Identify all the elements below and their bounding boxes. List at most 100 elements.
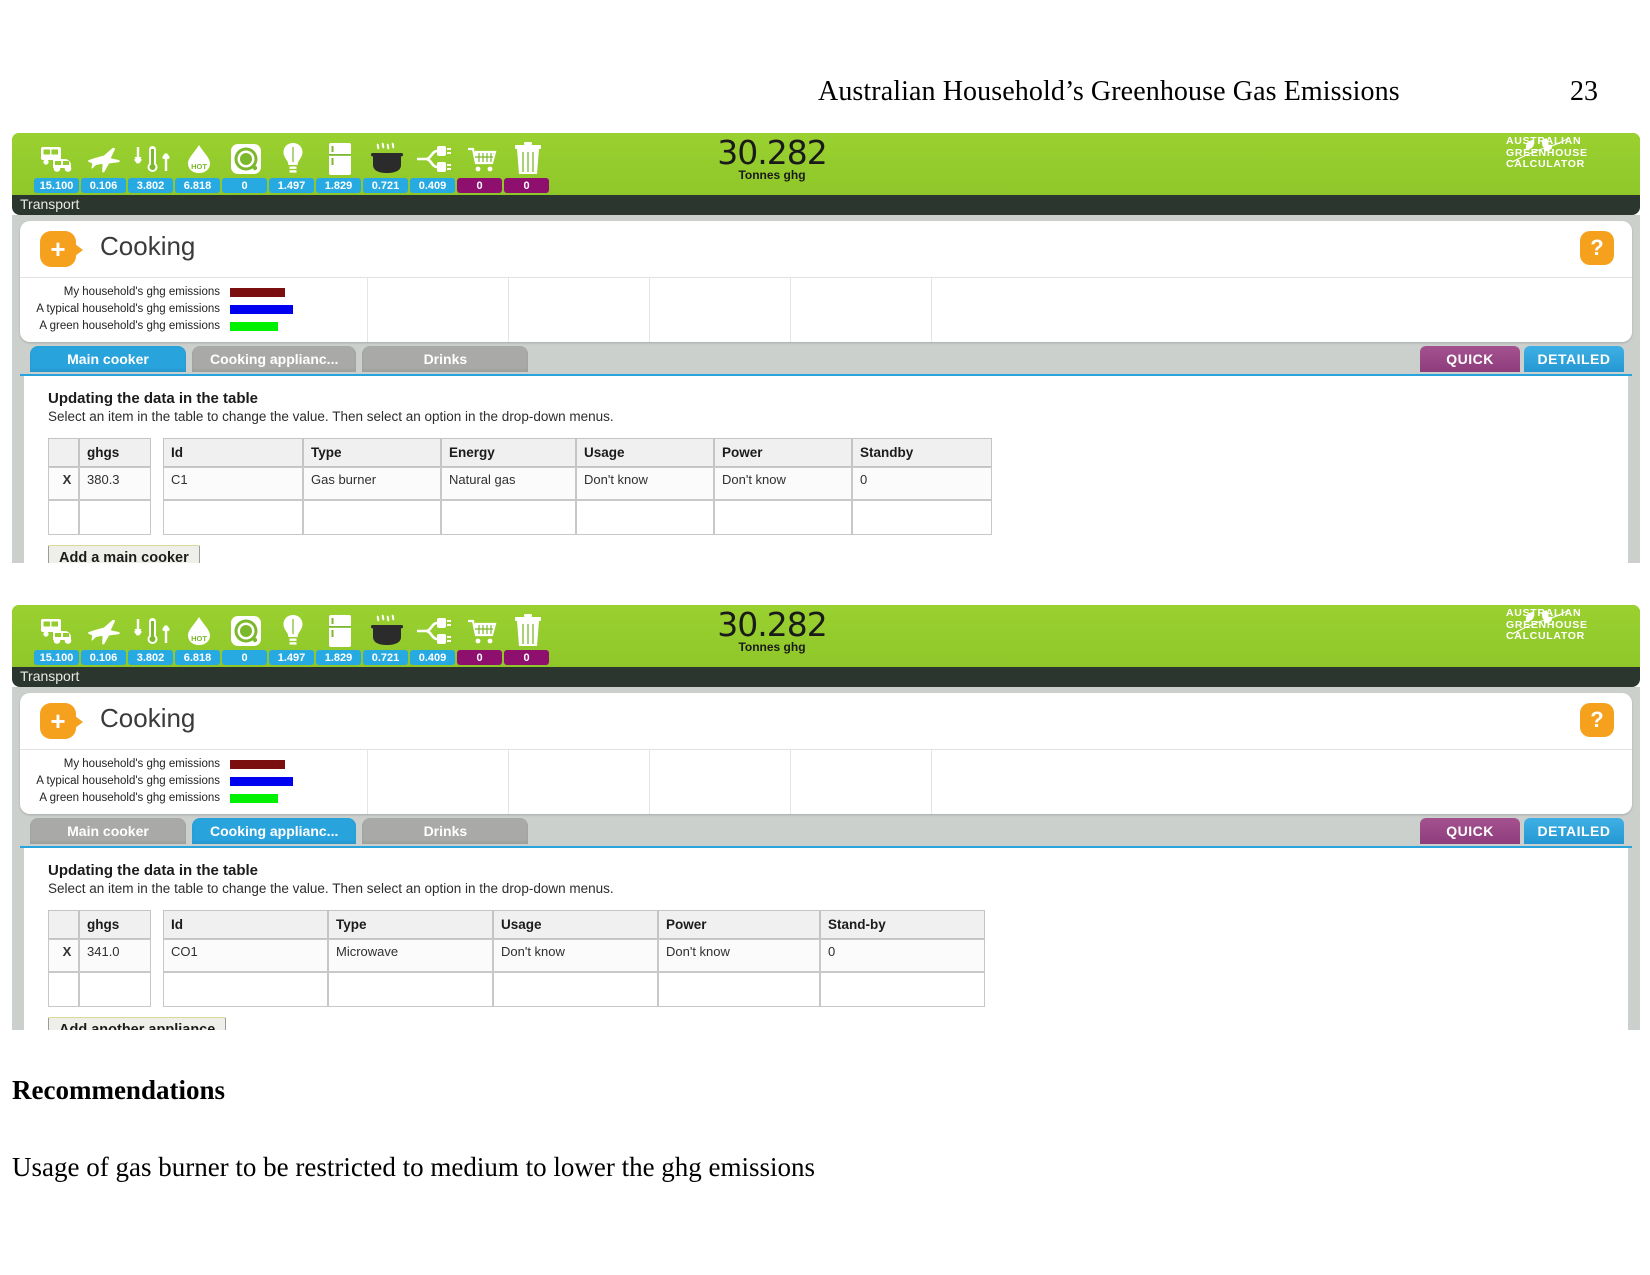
fridge-icon[interactable] <box>316 609 363 653</box>
value-transport: 15.100 <box>34 178 79 193</box>
cell-power[interactable]: Don't know <box>714 467 852 500</box>
washing-icon[interactable] <box>222 137 269 181</box>
waste-icon[interactable] <box>504 609 551 653</box>
tab-list: Main cooker Cooking applianc... Drinks <box>30 818 529 844</box>
recommendations-text: Usage of gas burner to be restricted to … <box>12 1152 816 1182</box>
mode-buttons: QUICK DETAILED <box>1420 818 1624 844</box>
total-value: 30.282 <box>717 605 827 644</box>
breadcrumb[interactable]: Transport <box>20 196 79 212</box>
tab-main-cooker[interactable]: Main cooker <box>30 346 186 372</box>
breadcrumb[interactable]: Transport <box>20 668 79 684</box>
cell-ghgs[interactable]: 380.3 <box>79 467 151 500</box>
heating-cooling-icon[interactable] <box>128 609 175 653</box>
main-cooker-table[interactable]: ghgs Id Type Energy Usage Power Standby … <box>48 438 992 535</box>
cell-type[interactable]: Microwave <box>328 939 493 972</box>
value-cooking: 0.721 <box>363 178 408 193</box>
detailed-button[interactable]: DETAILED <box>1524 346 1624 372</box>
col-standby: Stand-by <box>820 910 985 939</box>
tab-cooking-appliances[interactable]: Cooking applianc... <box>192 346 357 372</box>
cell-usage[interactable]: Don't know <box>493 939 658 972</box>
page-title: Australian Household’s Greenhouse Gas Em… <box>818 76 1400 107</box>
cooking-icon[interactable] <box>363 609 410 653</box>
leaf-icon <box>1512 609 1570 635</box>
value-washing: 0 <box>222 178 267 193</box>
add-icon[interactable]: + <box>40 231 83 267</box>
table-row[interactable]: X 341.0 CO1 Microwave Don't know Don't k… <box>48 939 985 972</box>
fridge-icon[interactable] <box>316 137 363 181</box>
add-another-appliance-button[interactable]: Add another appliance <box>48 1017 227 1030</box>
table-row-empty[interactable] <box>48 972 985 1007</box>
flights-icon[interactable] <box>81 137 128 181</box>
cell-usage[interactable]: Don't know <box>576 467 714 500</box>
instructions-subtitle: Select an item in the table to change th… <box>48 409 614 424</box>
card-title: Cooking <box>100 703 196 733</box>
tab-cooking-appliances[interactable]: Cooking applianc... <box>192 818 357 844</box>
value-waste: 0 <box>504 178 549 193</box>
detailed-button[interactable]: DETAILED <box>1524 818 1624 844</box>
hot-water-icon[interactable]: HOT <box>175 609 222 653</box>
tabs-bar: Main cooker Cooking applianc... Drinks Q… <box>20 346 1632 374</box>
legend-item-green-household: A green household's ghg emissions <box>30 790 1632 806</box>
tab-content-main-cooker: Updating the data in the table Select an… <box>20 374 1632 563</box>
washing-icon[interactable] <box>222 609 269 653</box>
shopping-icon[interactable] <box>457 137 504 181</box>
col-standby: Standby <box>852 438 992 467</box>
transport-icon[interactable] <box>34 137 81 181</box>
card-header: + Cooking ? <box>20 221 1632 278</box>
cell-standby[interactable]: 0 <box>820 939 985 972</box>
document-header: Australian Household’s Greenhouse Gas Em… <box>0 70 1650 114</box>
table-row-empty[interactable] <box>48 500 992 535</box>
add-main-cooker-button[interactable]: Add a main cooker <box>48 545 200 563</box>
transport-icon[interactable] <box>34 609 81 653</box>
cooking-icon[interactable] <box>363 137 410 181</box>
delete-row-button[interactable]: X <box>48 939 79 972</box>
total-unit: Tonnes ghg <box>738 168 806 182</box>
value-lighting: 1.497 <box>269 178 314 193</box>
value-hot-water: 6.818 <box>175 650 220 665</box>
panel-body: + Cooking ? My household's ghg emissions… <box>12 215 1640 563</box>
tab-list: Main cooker Cooking applianc... Drinks <box>30 346 529 372</box>
lighting-icon[interactable] <box>269 609 316 653</box>
delete-row-button[interactable]: X <box>48 467 79 500</box>
cell-id[interactable]: C1 <box>163 467 303 500</box>
table-row[interactable]: X 380.3 C1 Gas burner Natural gas Don't … <box>48 467 992 500</box>
cell-power[interactable]: Don't know <box>658 939 820 972</box>
cell-type[interactable]: Gas burner <box>303 467 441 500</box>
waste-icon[interactable] <box>504 137 551 181</box>
value-appliances: 0.409 <box>410 650 455 665</box>
svg-text:HOT: HOT <box>191 634 207 643</box>
col-power: Power <box>658 910 820 939</box>
cooking-appliances-table[interactable]: ghgs Id Type Usage Power Stand-by X 341.… <box>48 910 985 1007</box>
quick-button[interactable]: QUICK <box>1420 818 1520 844</box>
cell-id[interactable]: CO1 <box>163 939 328 972</box>
help-icon[interactable]: ? <box>1580 703 1614 737</box>
value-cooking: 0.721 <box>363 650 408 665</box>
heating-cooling-icon[interactable] <box>128 137 175 181</box>
tab-drinks[interactable]: Drinks <box>362 346 529 372</box>
appliances-icon[interactable] <box>410 137 457 181</box>
col-usage: Usage <box>493 910 658 939</box>
legend-swatch-green-household <box>230 321 278 331</box>
value-flights: 0.106 <box>81 650 126 665</box>
value-hot-water: 6.818 <box>175 178 220 193</box>
cell-standby[interactable]: 0 <box>852 467 992 500</box>
cell-ghgs[interactable]: 341.0 <box>79 939 151 972</box>
quick-button[interactable]: QUICK <box>1420 346 1520 372</box>
help-icon[interactable]: ? <box>1580 231 1614 265</box>
instructions-title: Updating the data in the table <box>48 390 259 407</box>
cooking-card: + Cooking ? My household's ghg emissions… <box>20 221 1632 342</box>
flights-icon[interactable] <box>81 609 128 653</box>
tab-main-cooker[interactable]: Main cooker <box>30 818 186 844</box>
total-unit: Tonnes ghg <box>738 640 806 654</box>
hot-water-icon[interactable]: HOT <box>175 137 222 181</box>
app-toolbar: HOT 15.100 0.106 3.802 6.818 0 1.497 1.8… <box>12 605 1640 667</box>
cell-energy[interactable]: Natural gas <box>441 467 576 500</box>
value-fridge: 1.829 <box>316 650 361 665</box>
col-delete <box>48 438 79 467</box>
lighting-icon[interactable] <box>269 137 316 181</box>
tab-drinks[interactable]: Drinks <box>362 818 529 844</box>
shopping-icon[interactable] <box>457 609 504 653</box>
legend-item-green-household: A green household's ghg emissions <box>30 318 1632 334</box>
add-icon[interactable]: + <box>40 703 83 739</box>
appliances-icon[interactable] <box>410 609 457 653</box>
